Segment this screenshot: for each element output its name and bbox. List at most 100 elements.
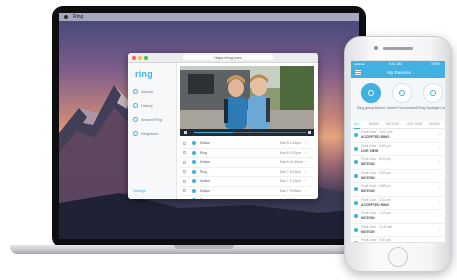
event-type: Ring bbox=[200, 150, 207, 155]
more-icon[interactable]: ⋯ bbox=[304, 149, 308, 158]
device-icon bbox=[361, 83, 381, 103]
event-row[interactable]: Ring Mar 8 1:02pm ⋯ bbox=[180, 149, 314, 158]
row-checkbox[interactable] bbox=[183, 179, 186, 183]
motion-icon bbox=[192, 150, 196, 155]
more-icon[interactable]: ⋯ bbox=[304, 177, 308, 186]
menu-app-name[interactable]: Ring bbox=[73, 13, 83, 21]
device-item[interactable]: Ring group Motion bbox=[357, 81, 385, 119]
event-row[interactable]: Motion Mar 7 4:12pm ⋯ bbox=[180, 177, 314, 187]
event-icon bbox=[354, 241, 358, 242]
sidebar-item-neighbors[interactable]: Neighbors bbox=[133, 131, 173, 137]
event-title: ACCEPTED RING bbox=[361, 202, 390, 207]
video-scrubber[interactable] bbox=[194, 132, 306, 133]
device-icon bbox=[392, 83, 412, 103]
apple-icon[interactable] bbox=[64, 15, 68, 19]
event-row[interactable]: Motion Mar 8 12:40pm ⋯ bbox=[180, 158, 314, 168]
row-checkbox[interactable] bbox=[183, 189, 186, 192]
tab-live-view[interactable]: LIVE VIEW bbox=[406, 121, 422, 128]
list-item[interactable]: Front Door · 4:58 pm MOTION › bbox=[351, 183, 445, 197]
event-type: Ring bbox=[200, 196, 207, 199]
event-icon bbox=[354, 200, 358, 205]
event-icon bbox=[354, 214, 358, 218]
more-icon[interactable]: ⋯ bbox=[304, 196, 308, 199]
row-checkbox[interactable] bbox=[183, 160, 186, 164]
activity-icon bbox=[133, 89, 138, 94]
list-item[interactable]: Front Door · 6:22 pm MOTION › bbox=[351, 170, 445, 183]
chevron-right-icon: › bbox=[439, 226, 441, 233]
sidebar-item-label: Neighbors bbox=[141, 132, 159, 136]
close-window-button[interactable] bbox=[132, 56, 136, 60]
home-button[interactable] bbox=[388, 247, 408, 267]
url-field[interactable]: https://ring.com bbox=[183, 55, 273, 60]
tab-share[interactable]: SHARE bbox=[429, 121, 440, 128]
event-title: LIVE VIEW bbox=[361, 148, 379, 153]
play-icon[interactable] bbox=[184, 131, 187, 134]
sidebar-settings-link[interactable]: Settings bbox=[133, 189, 146, 193]
phone-event-list: Front Door · 10:01 pm ACCEPTED RING › Front… bbox=[351, 129, 445, 242]
list-item[interactable]: Front Door · 1:12 pm MOTION › bbox=[351, 210, 445, 224]
menu-icon[interactable] bbox=[355, 70, 361, 75]
device-item[interactable]: Home Front doorbell bbox=[387, 81, 417, 119]
minimize-window-button[interactable] bbox=[138, 56, 142, 60]
ring-logo: ring bbox=[135, 69, 153, 79]
video-controls bbox=[180, 129, 314, 136]
doorbell-video[interactable] bbox=[180, 66, 314, 129]
sidebar-item-history[interactable]: History bbox=[133, 103, 173, 109]
device-name: Ring Spotlight Cam bbox=[418, 106, 446, 110]
fullscreen-icon[interactable] bbox=[308, 131, 311, 134]
device-item[interactable]: Ring Spotlight Cam bbox=[418, 81, 445, 119]
event-time: Mar 8 2:14pm bbox=[280, 141, 301, 145]
event-row[interactable]: Motion Mar 8 2:14pm ⋯ bbox=[180, 139, 314, 149]
sidebar-item-activity[interactable]: Activity bbox=[133, 89, 173, 95]
event-icon bbox=[354, 173, 358, 178]
chevron-right-icon: › bbox=[439, 172, 441, 179]
tab-rings[interactable]: RINGS bbox=[369, 121, 379, 128]
event-title: MOTION bbox=[361, 162, 375, 166]
more-icon[interactable]: ⋯ bbox=[304, 158, 308, 167]
sidebar-item-shared[interactable]: Shared Ring bbox=[133, 117, 173, 123]
sidebar-item-label: Shared Ring bbox=[141, 118, 163, 122]
phone-body: ●●●●● 9:41 AM 100% My Devices Ring group… bbox=[344, 36, 452, 272]
list-item[interactable]: Front Door · 11:45 am MOTION › bbox=[351, 224, 445, 237]
maximize-window-button[interactable] bbox=[144, 56, 148, 60]
row-checkbox[interactable] bbox=[183, 198, 186, 199]
chevron-right-icon: › bbox=[439, 159, 441, 165]
tab-motion[interactable]: MOTION bbox=[386, 121, 399, 128]
row-checkbox[interactable] bbox=[183, 151, 186, 154]
event-title: MOTION bbox=[361, 229, 375, 234]
event-type: Ring bbox=[200, 169, 207, 174]
event-row[interactable]: Motion Mar 7 9:05am ⋯ bbox=[180, 187, 314, 196]
nav-title: My Devices bbox=[387, 70, 411, 75]
chevron-right-icon: › bbox=[439, 145, 441, 152]
list-item[interactable]: Front Door · 8:10 pm MOTION › bbox=[351, 156, 445, 170]
list-item[interactable]: Front Door · 3:31 pm ACCEPTED RING › bbox=[351, 197, 445, 210]
chevron-right-icon: › bbox=[439, 186, 441, 192]
row-checkbox[interactable] bbox=[183, 170, 186, 173]
history-icon bbox=[133, 103, 138, 108]
chevron-right-icon: › bbox=[439, 213, 441, 219]
event-time: Mar 8 1:02pm bbox=[280, 150, 301, 155]
tab-all[interactable]: ALL bbox=[354, 121, 360, 129]
event-row[interactable]: Ring Mar 6 7:48pm⋯ bbox=[180, 196, 314, 199]
row-checkbox[interactable] bbox=[183, 141, 186, 145]
list-item[interactable]: Front Door · 9:20 amPASSING› bbox=[351, 237, 445, 242]
event-row[interactable]: Ring Mar 7 6:31pm ⋯ bbox=[180, 168, 314, 177]
event-icon bbox=[354, 133, 358, 137]
phone-speaker bbox=[383, 47, 413, 50]
laptop-screen: Ring https://ring.com ring Activity Hist… bbox=[59, 13, 359, 239]
motion-icon bbox=[192, 169, 196, 174]
event-title: ACCEPTED RING bbox=[361, 135, 390, 139]
device-icon bbox=[423, 83, 443, 103]
more-icon[interactable]: ⋯ bbox=[304, 187, 308, 196]
event-time: Mar 7 4:12pm bbox=[280, 179, 301, 183]
motion-icon bbox=[192, 179, 196, 183]
event-time: Mar 6 7:48pm bbox=[280, 196, 301, 199]
list-item[interactable]: Front Door · 10:01 pm ACCEPTED RING › bbox=[351, 129, 445, 143]
event-icon bbox=[354, 146, 358, 151]
list-item[interactable]: Front Door · 9:43 pm LIVE VIEW › bbox=[351, 143, 445, 156]
event-time: Mar 7 9:05am bbox=[280, 188, 301, 193]
more-icon[interactable]: ⋯ bbox=[304, 168, 308, 177]
more-icon[interactable]: ⋯ bbox=[304, 139, 308, 148]
video-progress bbox=[194, 132, 234, 133]
event-type: Motion bbox=[200, 141, 211, 145]
